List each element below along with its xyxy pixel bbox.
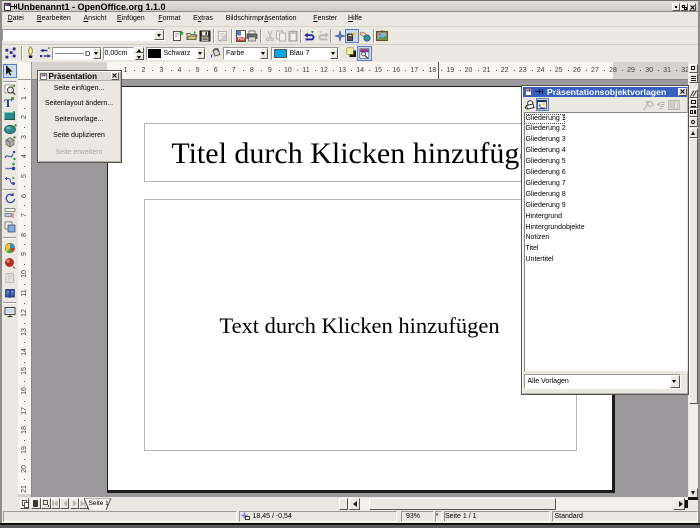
svg-text:PDF: PDF [238,37,245,41]
